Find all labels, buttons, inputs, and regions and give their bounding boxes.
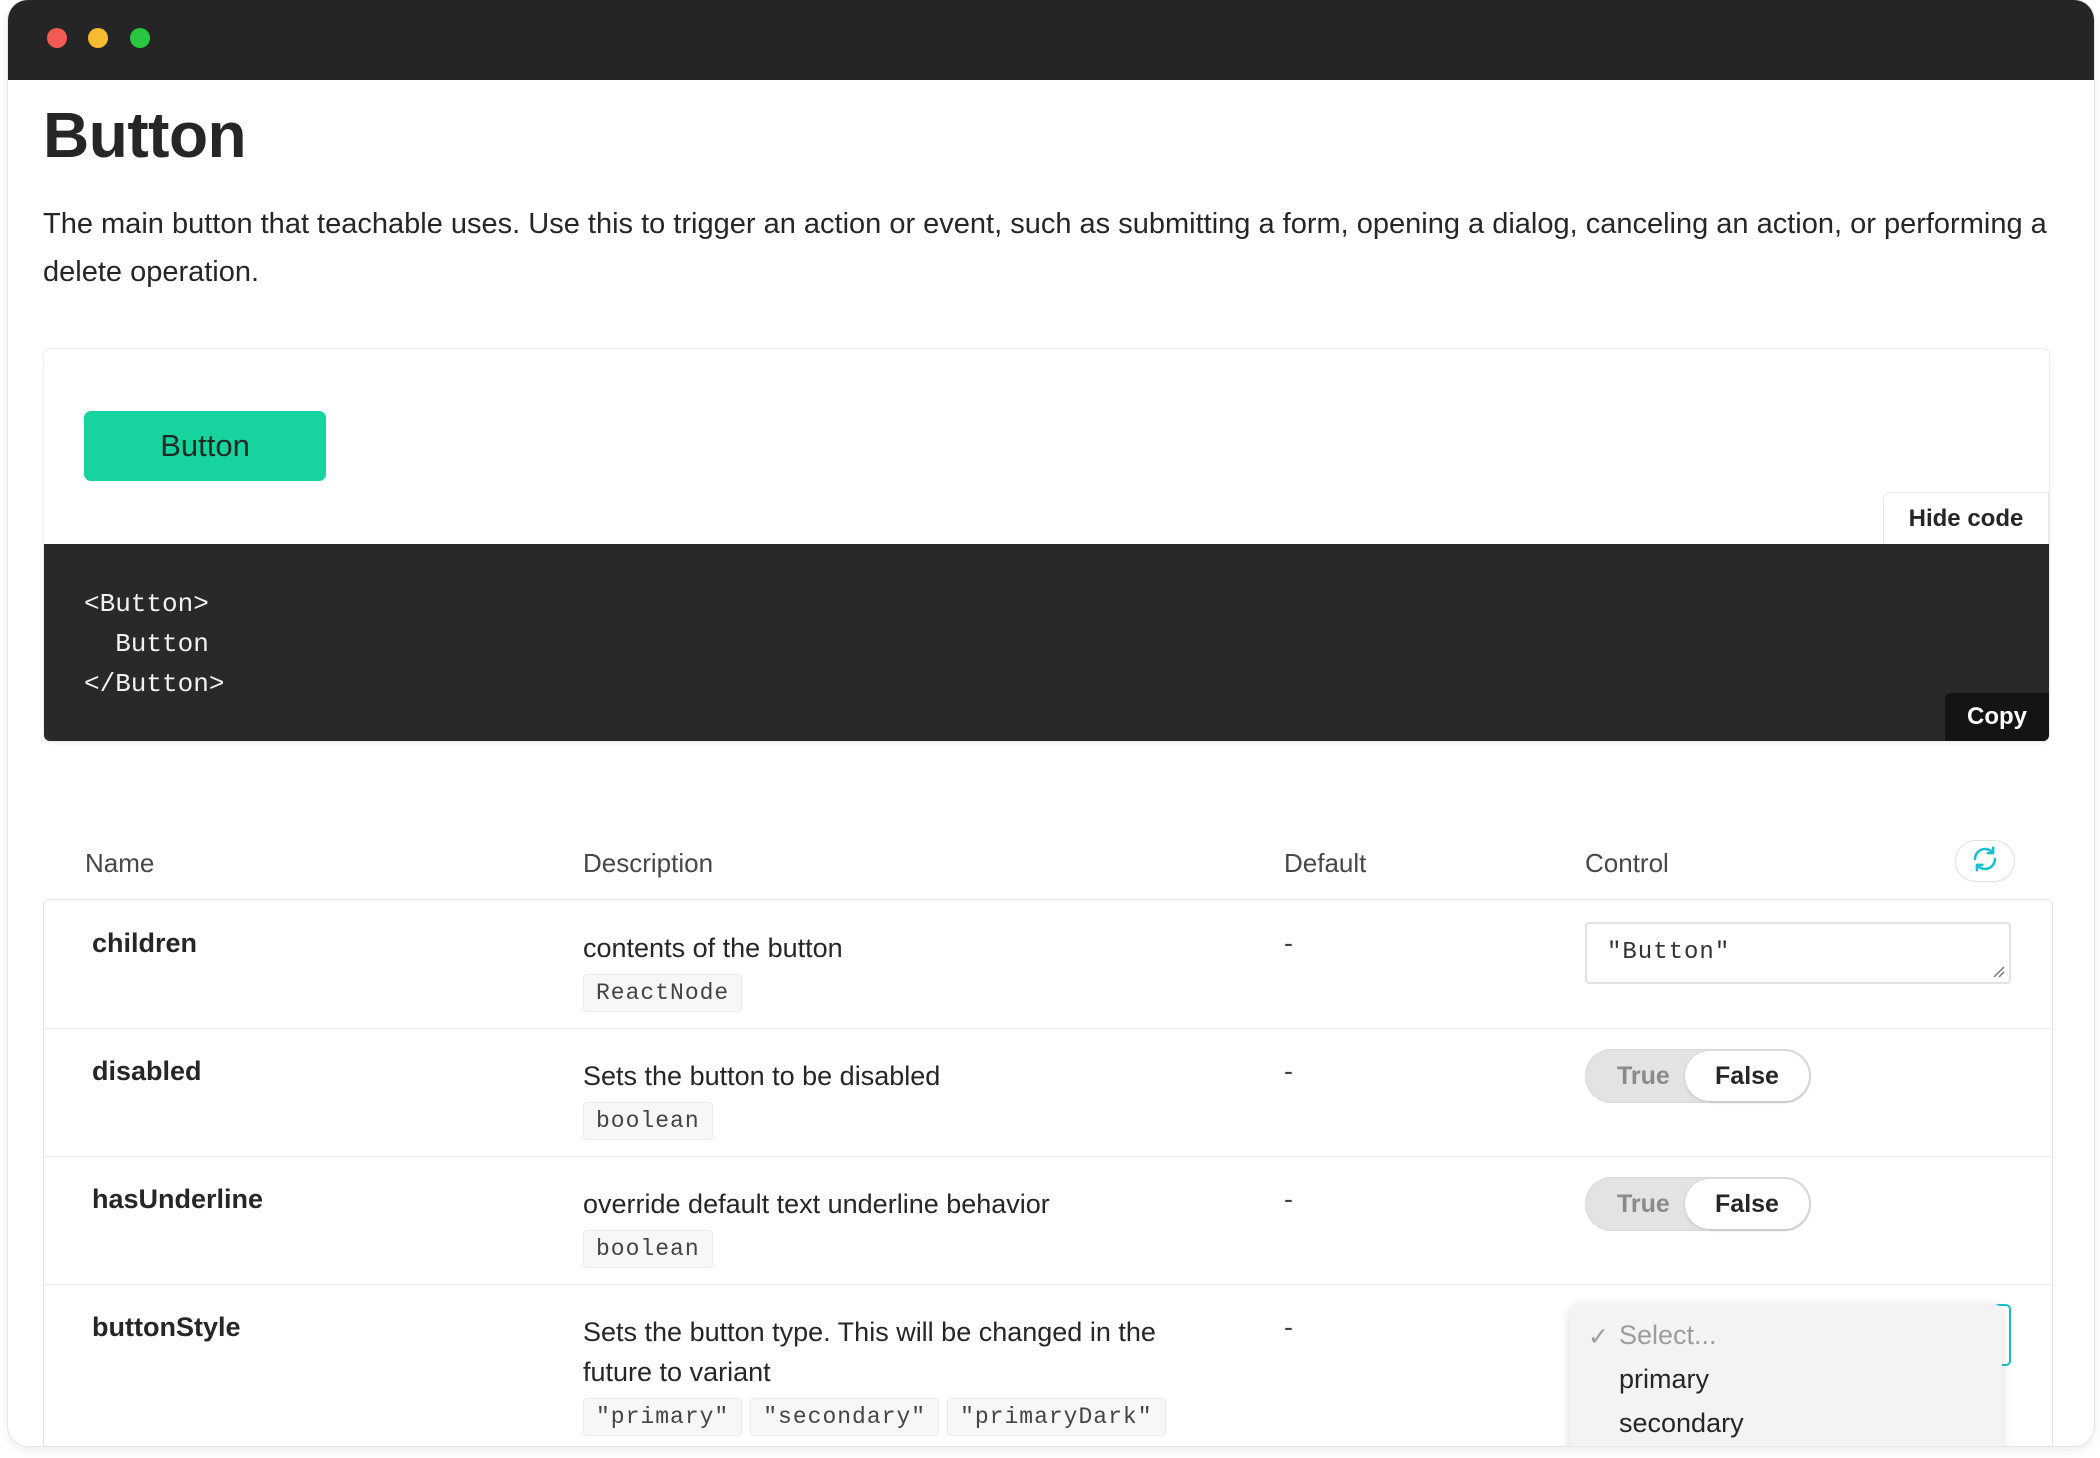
column-header-description: Description: [583, 848, 714, 878]
component-preview-card: Button Hide code <Button> Button </Butto…: [44, 349, 2049, 741]
prop-default: -: [1284, 1056, 1293, 1086]
code-line: <Button>: [84, 589, 209, 619]
prop-name: hasUnderline: [92, 1184, 264, 1214]
prop-type-tag: boolean: [583, 1230, 713, 1268]
dropdown-option[interactable]: primary: [1619, 1364, 1709, 1395]
code-block: <Button> Button </Button> Copy: [44, 544, 2049, 741]
prop-description: contents of the button ReactNode: [583, 928, 1203, 1012]
sync-icon: [1970, 844, 2000, 879]
prop-description: Sets the button type. This will be chang…: [583, 1312, 1203, 1436]
demo-button[interactable]: Button: [84, 411, 326, 481]
toggle-option-true[interactable]: True: [1617, 1062, 1670, 1091]
browser-window: Button The main button that teachable us…: [8, 0, 2094, 1446]
prop-name: children: [92, 928, 198, 958]
prop-default: -: [1284, 1184, 1293, 1214]
has-underline-toggle[interactable]: True False: [1585, 1177, 1811, 1231]
disabled-toggle[interactable]: True False: [1585, 1049, 1811, 1103]
prop-description-text: override default text underline behavior: [583, 1189, 1050, 1219]
children-text-input[interactable]: "Button": [1585, 922, 2011, 984]
prop-default: -: [1284, 1312, 1293, 1342]
prop-type-tag: "secondary": [750, 1398, 940, 1436]
column-header-control: Control: [1585, 848, 1669, 878]
toggle-option-true[interactable]: True: [1617, 1190, 1670, 1219]
dropdown-option[interactable]: Select...: [1619, 1320, 1717, 1351]
prop-description-text: Sets the button type. This will be chang…: [583, 1317, 1156, 1387]
minimize-window-button[interactable]: [88, 28, 108, 48]
children-input-value: "Button": [1607, 939, 1731, 966]
column-header-name: Name: [85, 848, 155, 878]
page-title: Button: [43, 99, 247, 171]
hide-code-button[interactable]: Hide code: [1883, 492, 2049, 545]
reset-controls-button[interactable]: [1956, 841, 2014, 881]
toggle-option-false[interactable]: False: [1685, 1179, 1809, 1229]
page-description: The main button that teachable uses. Use…: [43, 208, 2047, 288]
prop-type-tag: ReactNode: [583, 974, 743, 1012]
prop-type-tag: boolean: [583, 1102, 713, 1140]
dropdown-option[interactable]: secondary: [1619, 1408, 1744, 1439]
window-titlebar: [8, 0, 2094, 80]
maximize-window-button[interactable]: [130, 28, 150, 48]
prop-description: override default text underline behavior…: [583, 1184, 1203, 1268]
prop-description: Sets the button to be disabled boolean: [583, 1056, 1203, 1140]
prop-default: -: [1284, 928, 1293, 958]
resize-handle-icon[interactable]: [1991, 964, 2005, 978]
prop-type-tag: "primaryDark": [947, 1398, 1166, 1436]
props-table: children contents of the button ReactNod…: [44, 900, 2052, 1446]
button-style-dropdown: ✓ Select... primary secondary: [1570, 1304, 2002, 1446]
prop-description-text: contents of the button: [583, 933, 843, 963]
table-row: buttonStyle Sets the button type. This w…: [44, 1284, 2052, 1446]
prop-name: disabled: [92, 1056, 202, 1086]
column-header-default: Default: [1284, 848, 1367, 878]
close-window-button[interactable]: [47, 28, 67, 48]
table-row: children contents of the button ReactNod…: [44, 900, 2052, 1029]
table-row: hasUnderline override default text under…: [44, 1156, 2052, 1285]
code-line: Button: [84, 629, 209, 659]
checkmark-icon: ✓: [1588, 1323, 1609, 1351]
copy-button[interactable]: Copy: [1945, 693, 2049, 741]
prop-name: buttonStyle: [92, 1312, 241, 1342]
table-row: disabled Sets the button to be disabled …: [44, 1028, 2052, 1157]
toggle-option-false[interactable]: False: [1685, 1051, 1809, 1101]
code-line: </Button>: [84, 669, 225, 699]
prop-type-tag: "primary": [583, 1398, 743, 1436]
prop-description-text: Sets the button to be disabled: [583, 1061, 941, 1091]
